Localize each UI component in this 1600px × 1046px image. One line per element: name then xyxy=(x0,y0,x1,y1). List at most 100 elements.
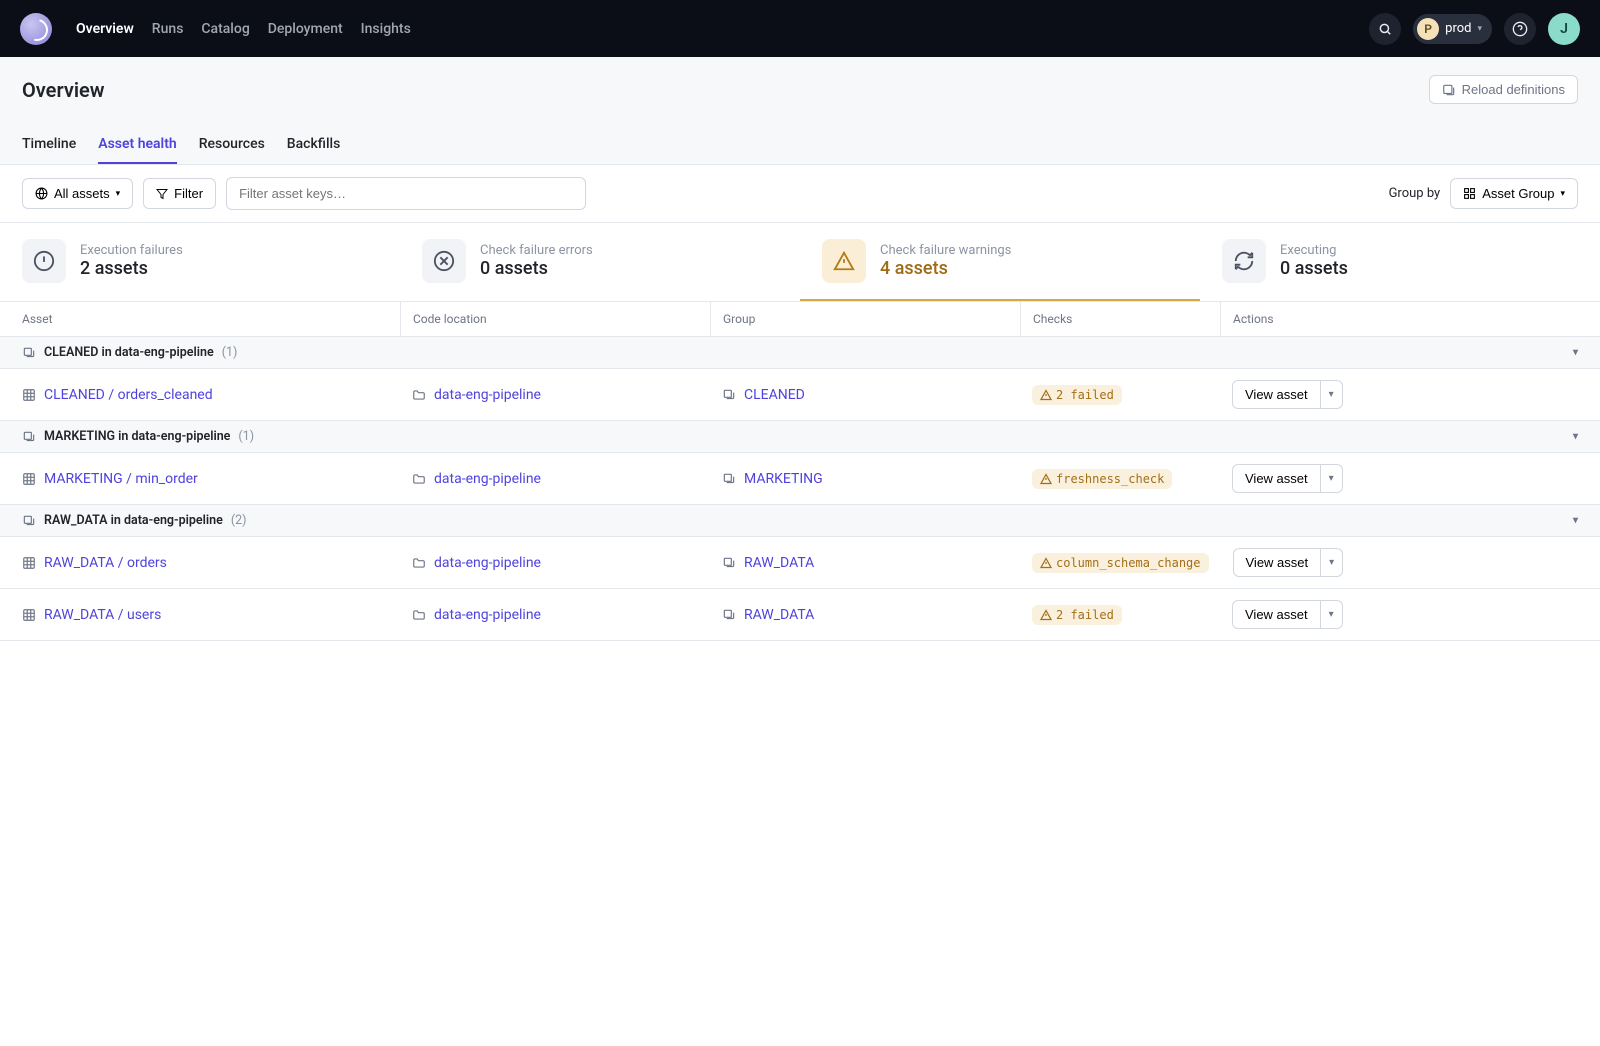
col-checks: Checks xyxy=(1020,302,1220,336)
user-avatar[interactable]: J xyxy=(1548,13,1580,45)
table-row: RAW_DATA / users data-eng-pipeline RAW_D… xyxy=(0,589,1600,641)
group-link[interactable]: RAW_DATA xyxy=(744,607,814,623)
check-text: 2 failed xyxy=(1056,388,1114,402)
check-badge[interactable]: 2 failed xyxy=(1032,605,1122,625)
summary-label: Execution failures xyxy=(80,243,183,258)
col-asset: Asset xyxy=(0,302,400,336)
search-button[interactable] xyxy=(1369,13,1401,45)
group-header-label: RAW_DATA in data-eng-pipeline xyxy=(44,513,223,528)
view-asset-button[interactable]: View asset xyxy=(1233,548,1322,577)
summary-row: Execution failures2 assets Check failure… xyxy=(0,223,1600,302)
chevron-down-icon: ▾ xyxy=(1560,188,1565,199)
warning-icon xyxy=(1040,609,1052,621)
check-badge[interactable]: freshness_check xyxy=(1032,469,1172,489)
summary-check-warnings[interactable]: Check failure warnings4 assets xyxy=(800,223,1200,301)
warning-icon xyxy=(833,250,855,272)
help-button[interactable] xyxy=(1504,13,1536,45)
location-link[interactable]: data-eng-pipeline xyxy=(434,555,541,571)
nav-insights[interactable]: Insights xyxy=(361,21,411,37)
summary-value: 0 assets xyxy=(1280,258,1348,279)
tab-resources[interactable]: Resources xyxy=(199,126,265,164)
reload-icon xyxy=(1442,83,1456,97)
folder-icon xyxy=(412,608,426,622)
caret-down-icon: ▾ xyxy=(1573,347,1578,358)
warning-icon xyxy=(1040,473,1052,485)
stack-icon xyxy=(22,514,36,528)
group-header[interactable]: CLEANED in data-eng-pipeline (1) ▾ xyxy=(0,337,1600,369)
location-link[interactable]: data-eng-pipeline xyxy=(434,471,541,487)
summary-label: Check failure warnings xyxy=(880,243,1011,258)
group-header[interactable]: RAW_DATA in data-eng-pipeline (2) ▾ xyxy=(0,505,1600,537)
top-nav: Overview Runs Catalog Deployment Insight… xyxy=(0,0,1600,57)
caret-down-icon: ▾ xyxy=(1573,431,1578,442)
toolbar: All assets ▾ Filter Group by Asset Group… xyxy=(0,165,1600,223)
nav-catalog[interactable]: Catalog xyxy=(201,21,249,37)
group-header[interactable]: MARKETING in data-eng-pipeline (1) ▾ xyxy=(0,421,1600,453)
col-location: Code location xyxy=(400,302,710,336)
view-asset-button[interactable]: View asset xyxy=(1232,600,1321,629)
tab-asset-health[interactable]: Asset health xyxy=(98,126,176,164)
summary-value: 2 assets xyxy=(80,258,183,279)
check-badge[interactable]: 2 failed xyxy=(1032,385,1122,405)
group-link[interactable]: MARKETING xyxy=(744,471,823,487)
summary-check-errors[interactable]: Check failure errors0 assets xyxy=(400,223,800,301)
asset-link[interactable]: MARKETING / min_order xyxy=(44,471,198,487)
view-asset-button[interactable]: View asset xyxy=(1232,380,1321,409)
stack-icon xyxy=(722,472,736,486)
warning-icon xyxy=(1040,389,1052,401)
location-link[interactable]: data-eng-pipeline xyxy=(434,387,541,403)
help-icon xyxy=(1512,21,1528,37)
filter-button[interactable]: Filter xyxy=(143,178,216,209)
view-asset-dropdown[interactable]: ▾ xyxy=(1321,600,1343,629)
tab-backfills[interactable]: Backfills xyxy=(287,126,341,164)
view-asset-button[interactable]: View asset xyxy=(1232,464,1321,493)
asset-link[interactable]: RAW_DATA / users xyxy=(44,607,161,623)
warning-icon xyxy=(1040,557,1052,569)
view-asset-dropdown[interactable]: ▾ xyxy=(1321,548,1343,577)
reload-label: Reload definitions xyxy=(1462,82,1565,97)
environment-selector[interactable]: P prod ▾ xyxy=(1413,14,1492,44)
group-link[interactable]: CLEANED xyxy=(744,387,805,403)
nav-deployment[interactable]: Deployment xyxy=(268,21,343,37)
group-count: (1) xyxy=(238,429,254,444)
table-icon xyxy=(22,388,36,402)
filter-label: Filter xyxy=(174,186,203,201)
asset-link[interactable]: CLEANED / orders_cleaned xyxy=(44,387,213,403)
col-group: Group xyxy=(710,302,1020,336)
all-assets-dropdown[interactable]: All assets ▾ xyxy=(22,178,133,209)
location-link[interactable]: data-eng-pipeline xyxy=(434,607,541,623)
stack-icon xyxy=(22,430,36,444)
check-text: 2 failed xyxy=(1056,608,1114,622)
stack-icon xyxy=(722,608,736,622)
globe-icon xyxy=(35,187,48,200)
view-asset-dropdown[interactable]: ▾ xyxy=(1321,380,1343,409)
chevron-down-icon: ▾ xyxy=(116,188,121,199)
nav-runs[interactable]: Runs xyxy=(152,21,184,37)
logo-icon xyxy=(20,13,52,45)
folder-icon xyxy=(412,388,426,402)
tabs: Timeline Asset health Resources Backfill… xyxy=(22,126,1578,164)
check-text: freshness_check xyxy=(1056,472,1164,486)
group-link[interactable]: RAW_DATA xyxy=(744,555,814,571)
group-by-dropdown[interactable]: Asset Group ▾ xyxy=(1450,178,1578,209)
summary-value: 0 assets xyxy=(480,258,593,279)
nav-overview[interactable]: Overview xyxy=(76,21,134,37)
summary-value: 4 assets xyxy=(880,258,1011,279)
group-count: (2) xyxy=(231,513,247,528)
asset-link[interactable]: RAW_DATA / orders xyxy=(44,555,167,571)
summary-executing[interactable]: Executing0 assets xyxy=(1200,223,1600,301)
view-asset-dropdown[interactable]: ▾ xyxy=(1321,464,1343,493)
folder-icon xyxy=(412,472,426,486)
nav-links: Overview Runs Catalog Deployment Insight… xyxy=(76,21,1369,37)
check-badge[interactable]: column_schema_change xyxy=(1032,553,1209,573)
tab-timeline[interactable]: Timeline xyxy=(22,126,76,164)
filter-asset-keys-input[interactable] xyxy=(226,177,586,210)
chevron-down-icon: ▾ xyxy=(1477,24,1482,34)
summary-execution-failures[interactable]: Execution failures2 assets xyxy=(0,223,400,301)
page-title: Overview xyxy=(22,78,105,102)
env-label: prod xyxy=(1445,21,1471,36)
group-count: (1) xyxy=(222,345,238,360)
reload-definitions-button[interactable]: Reload definitions xyxy=(1429,75,1578,104)
all-assets-label: All assets xyxy=(54,186,110,201)
table-icon xyxy=(22,608,36,622)
